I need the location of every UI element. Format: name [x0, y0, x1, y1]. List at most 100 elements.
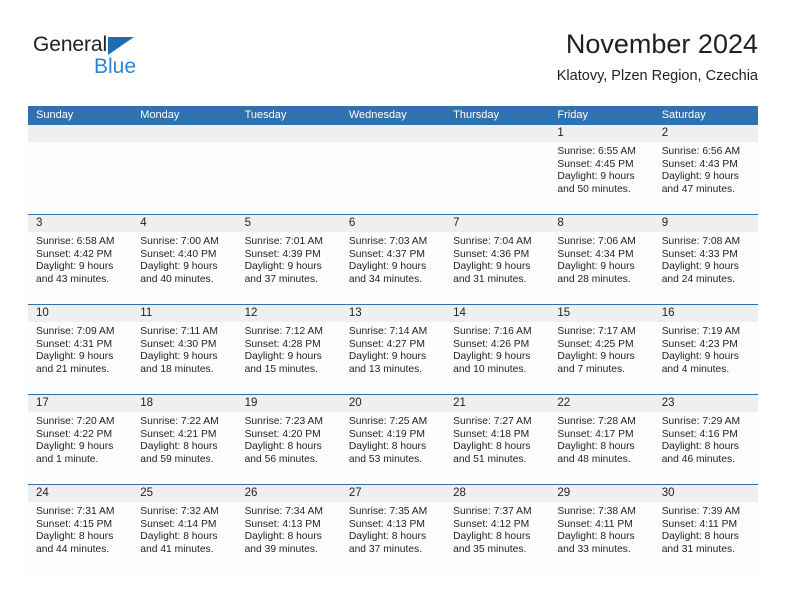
day-cell[interactable]: 26 Sunrise: 7:34 AM Sunset: 4:13 PM Dayl… — [236, 485, 341, 574]
day-cell[interactable] — [340, 125, 446, 214]
day-details: Sunrise: 7:29 AM Sunset: 4:16 PM Dayligh… — [654, 412, 758, 466]
day-details: Sunrise: 7:37 AM Sunset: 4:12 PM Dayligh… — [445, 502, 549, 556]
sunrise-text: Sunrise: 7:12 AM — [244, 326, 323, 337]
day-cell[interactable]: 2 Sunrise: 6:56 AM Sunset: 4:43 PM Dayli… — [653, 125, 758, 214]
sunrise-text: Sunrise: 7:11 AM — [140, 326, 218, 337]
day-cell[interactable]: 21 Sunrise: 7:27 AM Sunset: 4:18 PM Dayl… — [445, 395, 550, 484]
day-number — [340, 125, 446, 142]
day-cell[interactable]: 6 Sunrise: 7:03 AM Sunset: 4:37 PM Dayli… — [340, 215, 446, 304]
day-number: 11 — [132, 305, 237, 322]
day-cell[interactable]: 1 Sunrise: 6:55 AM Sunset: 4:45 PM Dayli… — [549, 125, 654, 214]
day-number: 15 — [549, 305, 654, 322]
sunrise-text: Sunrise: 7:28 AM — [557, 416, 636, 427]
day-number — [236, 125, 341, 142]
daylight-text-line2: and 53 minutes. — [348, 453, 423, 465]
sunset-text: Sunset: 4:26 PM — [453, 338, 530, 350]
day-cell[interactable]: 11 Sunrise: 7:11 AM Sunset: 4:30 PM Dayl… — [132, 305, 237, 394]
day-cell[interactable]: 10 Sunrise: 7:09 AM Sunset: 4:31 PM Dayl… — [28, 305, 133, 394]
day-cell[interactable]: 23 Sunrise: 7:29 AM Sunset: 4:16 PM Dayl… — [653, 395, 758, 484]
day-details: Sunrise: 7:22 AM Sunset: 4:21 PM Dayligh… — [132, 412, 236, 466]
day-cell[interactable]: 27 Sunrise: 7:35 AM Sunset: 4:13 PM Dayl… — [340, 485, 446, 574]
day-cell[interactable]: 8 Sunrise: 7:06 AM Sunset: 4:34 PM Dayli… — [549, 215, 654, 304]
sunset-text: Sunset: 4:25 PM — [557, 338, 634, 350]
day-cell[interactable]: 25 Sunrise: 7:32 AM Sunset: 4:14 PM Dayl… — [132, 485, 237, 574]
day-cell[interactable]: 9 Sunrise: 7:08 AM Sunset: 4:33 PM Dayli… — [653, 215, 758, 304]
daylight-text-line1: Daylight: 8 hours — [244, 441, 322, 453]
daylight-text-line1: Daylight: 9 hours — [36, 261, 114, 273]
day-details: Sunrise: 7:08 AM Sunset: 4:33 PM Dayligh… — [654, 232, 758, 286]
weekday-header-wednesday: Wednesday — [348, 109, 407, 121]
sunset-text: Sunset: 4:11 PM — [661, 518, 738, 530]
day-cell[interactable]: 12 Sunrise: 7:12 AM Sunset: 4:28 PM Dayl… — [236, 305, 341, 394]
sunrise-text: Sunrise: 7:29 AM — [661, 416, 741, 427]
logo-triangle-icon — [108, 37, 134, 55]
day-cell[interactable]: 17 Sunrise: 7:20 AM Sunset: 4:22 PM Dayl… — [28, 395, 133, 484]
day-details: Sunrise: 6:58 AM Sunset: 4:42 PM Dayligh… — [28, 232, 132, 286]
daylight-text-line2: and 24 minutes. — [661, 273, 735, 285]
day-cell[interactable]: 19 Sunrise: 7:23 AM Sunset: 4:20 PM Dayl… — [236, 395, 341, 484]
daylight-text-line2: and 39 minutes. — [244, 543, 318, 555]
daylight-text-line1: Daylight: 9 hours — [557, 351, 635, 363]
day-cell[interactable] — [132, 125, 237, 214]
day-details: Sunrise: 7:20 AM Sunset: 4:22 PM Dayligh… — [28, 412, 132, 466]
sunset-text: Sunset: 4:31 PM — [36, 338, 113, 350]
daylight-text-line1: Daylight: 9 hours — [348, 351, 427, 363]
day-cell[interactable]: 29 Sunrise: 7:38 AM Sunset: 4:11 PM Dayl… — [549, 485, 654, 574]
day-cell[interactable]: 20 Sunrise: 7:25 AM Sunset: 4:19 PM Dayl… — [340, 395, 446, 484]
day-cell[interactable]: 28 Sunrise: 7:37 AM Sunset: 4:12 PM Dayl… — [445, 485, 550, 574]
day-cell[interactable]: 7 Sunrise: 7:04 AM Sunset: 4:36 PM Dayli… — [445, 215, 550, 304]
day-number: 16 — [653, 305, 758, 322]
page-header: General Blue November 2024 Klatovy, Plze… — [28, 28, 760, 100]
day-details: Sunrise: 7:11 AM Sunset: 4:30 PM Dayligh… — [132, 322, 236, 376]
day-cell[interactable]: 14 Sunrise: 7:16 AM Sunset: 4:26 PM Dayl… — [445, 305, 550, 394]
daylight-text-line1: Daylight: 8 hours — [140, 441, 218, 453]
generalblue-logo[interactable]: General Blue — [33, 33, 213, 83]
daylight-text-line1: Daylight: 8 hours — [36, 531, 114, 543]
day-cell[interactable]: 16 Sunrise: 7:19 AM Sunset: 4:23 PM Dayl… — [653, 305, 758, 394]
day-number: 24 — [28, 485, 133, 502]
sunset-text: Sunset: 4:18 PM — [453, 428, 530, 440]
daylight-text-line2: and 40 minutes. — [140, 273, 214, 285]
day-cell[interactable]: 13 Sunrise: 7:14 AM Sunset: 4:27 PM Dayl… — [340, 305, 446, 394]
day-cell[interactable]: 3 Sunrise: 6:58 AM Sunset: 4:42 PM Dayli… — [28, 215, 133, 304]
day-cell[interactable]: 22 Sunrise: 7:28 AM Sunset: 4:17 PM Dayl… — [549, 395, 654, 484]
day-details: Sunrise: 7:04 AM Sunset: 4:36 PM Dayligh… — [445, 232, 549, 286]
day-details: Sunrise: 7:19 AM Sunset: 4:23 PM Dayligh… — [654, 322, 758, 376]
daylight-text-line2: and 33 minutes. — [557, 543, 631, 555]
weekday-header-tuesday: Tuesday — [244, 109, 287, 121]
day-cell[interactable] — [445, 125, 550, 214]
sunrise-text: Sunrise: 7:31 AM — [36, 506, 115, 517]
day-cell[interactable]: 18 Sunrise: 7:22 AM Sunset: 4:21 PM Dayl… — [132, 395, 237, 484]
logo-text-general: General — [33, 33, 108, 56]
day-cell[interactable]: 4 Sunrise: 7:00 AM Sunset: 4:40 PM Dayli… — [132, 215, 237, 304]
sunrise-text: Sunrise: 6:55 AM — [557, 146, 636, 157]
daylight-text-line1: Daylight: 8 hours — [453, 531, 531, 543]
day-cell[interactable]: 15 Sunrise: 7:17 AM Sunset: 4:25 PM Dayl… — [549, 305, 654, 394]
weekday-header-sunday: Sunday — [36, 109, 74, 121]
calendar-grid: Sunday Monday Tuesday Wednesday Thursday… — [28, 106, 758, 574]
day-details: Sunrise: 7:00 AM Sunset: 4:40 PM Dayligh… — [132, 232, 236, 286]
sunset-text: Sunset: 4:22 PM — [36, 428, 113, 440]
day-details: Sunrise: 6:56 AM Sunset: 4:43 PM Dayligh… — [654, 142, 758, 196]
daylight-text-line2: and 43 minutes. — [36, 273, 110, 285]
daylight-text-line1: Daylight: 8 hours — [140, 531, 218, 543]
day-number: 22 — [549, 395, 654, 412]
day-cell[interactable]: 5 Sunrise: 7:01 AM Sunset: 4:39 PM Dayli… — [236, 215, 341, 304]
day-details: Sunrise: 7:25 AM Sunset: 4:19 PM Dayligh… — [341, 412, 445, 466]
daylight-text-line2: and 48 minutes. — [557, 453, 631, 465]
calendar-week-row: 17 Sunrise: 7:20 AM Sunset: 4:22 PM Dayl… — [28, 394, 758, 484]
sunset-text: Sunset: 4:11 PM — [557, 518, 633, 530]
day-details: Sunrise: 6:55 AM Sunset: 4:45 PM Dayligh… — [549, 142, 653, 196]
day-details: Sunrise: 7:34 AM Sunset: 4:13 PM Dayligh… — [237, 502, 341, 556]
day-cell[interactable]: 24 Sunrise: 7:31 AM Sunset: 4:15 PM Dayl… — [28, 485, 133, 574]
sunrise-text: Sunrise: 7:34 AM — [244, 506, 323, 517]
day-cell[interactable] — [236, 125, 341, 214]
day-number: 2 — [653, 125, 758, 142]
weekday-header-saturday: Saturday — [661, 109, 706, 121]
daylight-text-line1: Daylight: 9 hours — [140, 261, 218, 273]
day-number: 12 — [236, 305, 341, 322]
daylight-text-line1: Daylight: 9 hours — [140, 351, 218, 363]
day-cell[interactable]: 30 Sunrise: 7:39 AM Sunset: 4:11 PM Dayl… — [653, 485, 758, 574]
day-cell[interactable] — [28, 125, 133, 214]
sunrise-text: Sunrise: 7:14 AM — [348, 326, 428, 337]
